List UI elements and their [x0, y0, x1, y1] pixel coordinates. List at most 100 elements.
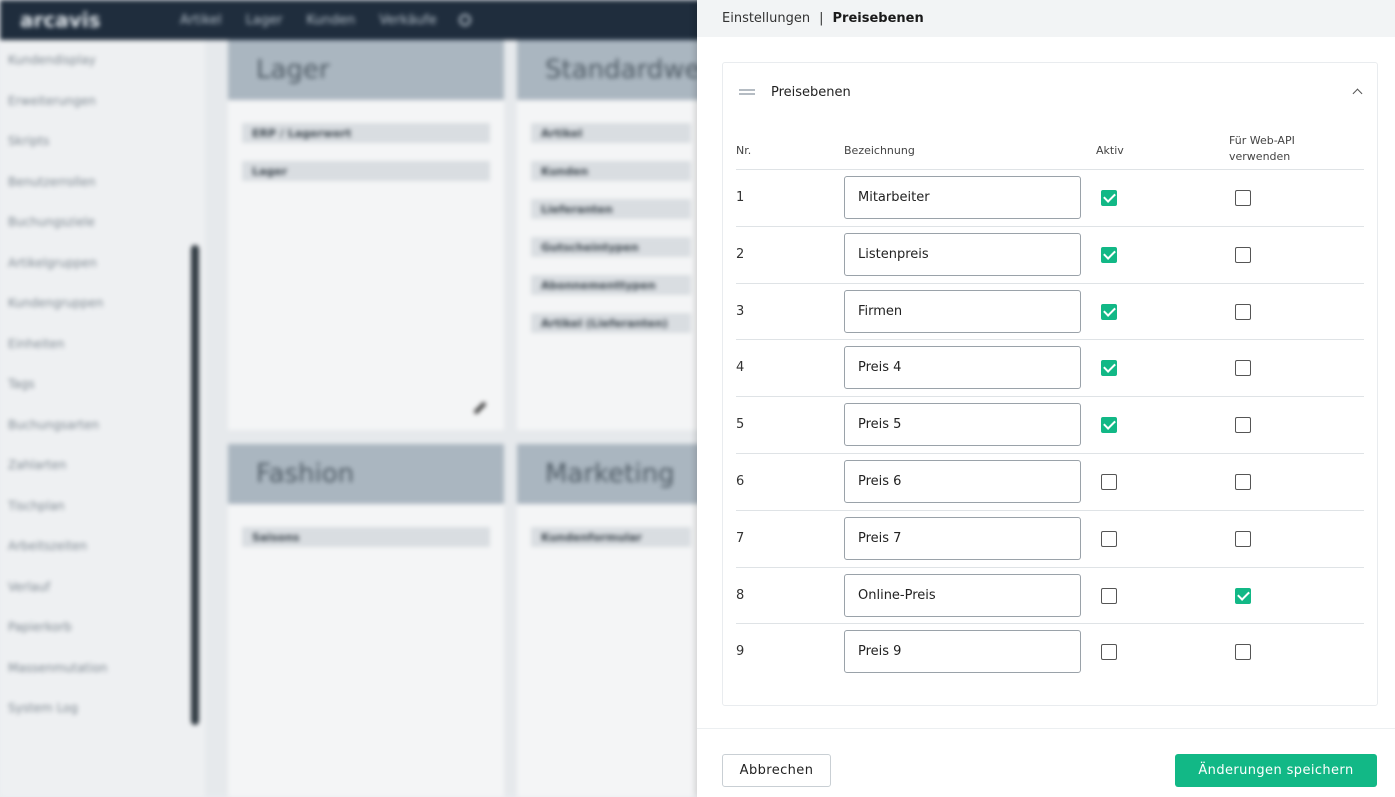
breadcrumb-separator: | — [819, 11, 824, 26]
sidebar-item[interactable]: Kundendisplay — [0, 40, 205, 81]
sidebar-item[interactable]: Artikelgruppen — [0, 243, 205, 284]
preisebenen-table: Nr. Bezeichnung Aktiv Für Web-API verwen… — [736, 133, 1364, 681]
sidebar-item[interactable]: Massenmutation — [0, 648, 205, 689]
row-number: 3 — [736, 303, 745, 319]
sidebar-item[interactable]: Tischplan — [0, 486, 205, 527]
panel-footer: Abbrechen Änderungen speichern — [697, 728, 1395, 797]
sidebar-item[interactable]: Kundengruppen — [0, 283, 205, 324]
breadcrumb-current: Preisebenen — [832, 11, 924, 26]
web-api-checkbox[interactable] — [1235, 587, 1251, 604]
table-row: 2 — [736, 227, 1364, 284]
top-nav-item[interactable]: Kunden — [306, 13, 355, 28]
sidebar-scrollbar — [191, 245, 199, 725]
row-number: 9 — [736, 644, 745, 660]
tile-link[interactable]: Abonnementtypen — [531, 275, 691, 295]
top-nav-item[interactable]: Verkäufe — [379, 13, 436, 28]
row-number: 8 — [736, 587, 745, 603]
sidebar-item[interactable]: Benutzerrollen — [0, 162, 205, 203]
table-row: 9 — [736, 624, 1364, 681]
web-api-checkbox[interactable] — [1235, 644, 1251, 661]
tile-link[interactable]: Kunden — [531, 161, 691, 181]
web-api-checkbox[interactable] — [1235, 473, 1251, 490]
header-nr: Nr. — [736, 144, 752, 157]
tile-title: Standardwerte — [517, 40, 737, 100]
card-title: Preisebenen — [771, 84, 851, 100]
drag-handle-icon[interactable] — [739, 89, 755, 95]
tile-lager: Lager ERP / Lagerwert Lager — [228, 40, 504, 430]
tile-link[interactable]: Artikel — [531, 123, 691, 143]
tile-link[interactable]: Saisons — [242, 527, 490, 547]
aktiv-checkbox[interactable] — [1101, 530, 1117, 547]
table-header: Nr. Bezeichnung Aktiv Für Web-API verwen… — [736, 133, 1364, 170]
top-nav-menu: Artikel Lager Kunden Verkäufe — [180, 13, 437, 28]
sidebar-item[interactable]: System Log — [0, 688, 205, 729]
header-web-api: Für Web-API verwenden — [1229, 134, 1295, 163]
header-aktiv: Aktiv — [1096, 144, 1124, 157]
tile-standardwerte: Standardwerte Artikel Kunden Lieferanten Gut… — [517, 40, 737, 430]
breadcrumb: Einstellungen | Preisebenen — [697, 0, 1395, 37]
web-api-checkbox[interactable] — [1235, 246, 1251, 263]
sidebar-item[interactable]: Einheiten — [0, 324, 205, 365]
aktiv-checkbox[interactable] — [1101, 360, 1117, 377]
table-row: 6 — [736, 454, 1364, 511]
web-api-checkbox[interactable] — [1235, 530, 1251, 547]
aktiv-checkbox[interactable] — [1101, 303, 1117, 320]
row-number: 7 — [736, 530, 745, 546]
preisebenen-card: Preisebenen Nr. Bezeichnung Aktiv Für We… — [722, 62, 1378, 706]
tile-title: Lager — [228, 40, 504, 100]
row-number: 5 — [736, 417, 745, 433]
row-number: 1 — [736, 190, 745, 205]
row-number: 6 — [736, 473, 745, 489]
app-logo: arcavis — [20, 8, 101, 32]
tile-link[interactable]: Lager — [242, 161, 490, 181]
bezeichnung-input[interactable] — [844, 403, 1081, 447]
row-number: 4 — [736, 360, 745, 376]
tile-link[interactable]: Kundenformular — [531, 527, 691, 547]
web-api-checkbox[interactable] — [1235, 360, 1251, 377]
bezeichnung-input[interactable] — [844, 346, 1081, 390]
aktiv-checkbox[interactable] — [1101, 190, 1117, 206]
sidebar-item[interactable]: Arbeitszeiten — [0, 526, 205, 567]
aktiv-checkbox[interactable] — [1101, 587, 1117, 604]
chevron-up-icon[interactable] — [1352, 88, 1363, 99]
bezeichnung-input[interactable] — [844, 232, 1081, 276]
tile-link[interactable]: ERP / Lagerwert — [242, 123, 490, 143]
bezeichnung-input[interactable] — [844, 459, 1081, 503]
sidebar-item[interactable]: Tags — [0, 364, 205, 405]
card-header[interactable]: Preisebenen — [723, 63, 1377, 121]
settings-tiles-area: Lager ERP / Lagerwert Lager Standardwerte A… — [205, 40, 737, 797]
web-api-checkbox[interactable] — [1235, 417, 1251, 434]
web-api-checkbox[interactable] — [1235, 303, 1251, 320]
sidebar-item[interactable]: Erweiterungen — [0, 81, 205, 122]
tile-fashion: Fashion Saisons — [228, 444, 504, 797]
tile-link[interactable]: Gutscheintypen — [531, 237, 691, 257]
cancel-button[interactable]: Abbrechen — [722, 754, 831, 787]
tile-link[interactable]: Lieferanten — [531, 199, 691, 219]
breadcrumb-parent[interactable]: Einstellungen — [722, 11, 810, 26]
bezeichnung-input[interactable] — [844, 176, 1081, 219]
aktiv-checkbox[interactable] — [1101, 246, 1117, 263]
sidebar-item[interactable]: Papierkorb — [0, 607, 205, 648]
aktiv-checkbox[interactable] — [1101, 644, 1117, 661]
aktiv-checkbox[interactable] — [1101, 473, 1117, 490]
sidebar-item[interactable]: Skripts — [0, 121, 205, 162]
table-row: 7 — [736, 511, 1364, 568]
web-api-checkbox[interactable] — [1235, 190, 1251, 206]
header-bezeichnung: Bezeichnung — [844, 144, 915, 157]
bezeichnung-input[interactable] — [844, 289, 1081, 333]
bezeichnung-input[interactable] — [844, 516, 1081, 560]
tile-link[interactable]: Artikel (Lieferanten) — [531, 313, 691, 333]
sidebar-item[interactable]: Buchungsarten — [0, 405, 205, 446]
save-button[interactable]: Änderungen speichern — [1175, 754, 1377, 787]
top-nav-item[interactable]: Artikel — [180, 13, 222, 28]
bezeichnung-input[interactable] — [844, 630, 1081, 674]
tile-title: Fashion — [228, 444, 504, 504]
bezeichnung-input[interactable] — [844, 573, 1081, 617]
sidebar-item[interactable]: Verlauf — [0, 567, 205, 608]
top-nav-item[interactable]: Lager — [246, 13, 283, 28]
aktiv-checkbox[interactable] — [1101, 417, 1117, 434]
sidebar-item[interactable]: Zahlarten — [0, 445, 205, 486]
sidebar-item[interactable]: Buchungsziele — [0, 202, 205, 243]
table-row: 8 — [736, 568, 1364, 625]
table-row: 1 — [736, 170, 1364, 227]
